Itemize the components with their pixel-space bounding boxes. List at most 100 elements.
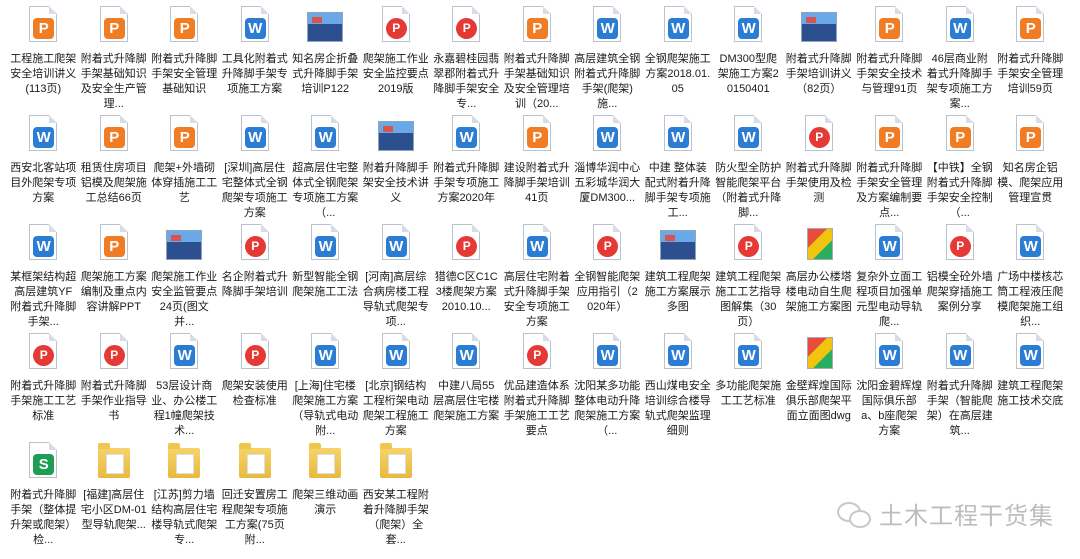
file-item[interactable]: 爬架三维动画演示 — [290, 442, 361, 551]
file-name: 爬架三维动画演示 — [292, 489, 359, 516]
file-item[interactable]: W 某框架结构超高层建筑YF附着式升降脚手架... — [8, 224, 79, 333]
file-item[interactable]: 爬架施工作业安全监管要点24页(图文并... — [149, 224, 220, 333]
file-name: 附着式升降脚手架培训讲义（82页） — [785, 53, 852, 95]
wechat-icon — [837, 500, 871, 528]
file-item[interactable]: P 建筑工程爬架施工工艺指导图解集（30页） — [713, 224, 784, 333]
file-item[interactable]: P 附着式升降脚手架安全管理培训59页 — [995, 6, 1066, 115]
file-name: 附着式升降脚手架基础知识及安全管理培训（20... — [503, 53, 570, 110]
file-item[interactable]: W [河南]高层综合病房楼工程导轨式爬架专项... — [361, 224, 432, 333]
file-item[interactable]: 知名房企折叠式升降脚手架培训P122 — [290, 6, 361, 115]
file-item[interactable]: W 超高层住宅整体式全钢爬架专项施工方案（... — [290, 115, 361, 224]
file-name: 附着式升降脚手架安全管理基础知识 — [151, 53, 218, 95]
file-item[interactable]: W 附着式升降脚手架专项施工方案2020年 — [431, 115, 502, 224]
file-name: 爬架施工作业安全监控要点2019版 — [362, 53, 429, 95]
file-name: 高层建筑全钢附着式升降脚手架(爬架)施... — [574, 53, 641, 110]
file-name: 中建八局55层高层住宅楼爬架施工方案 — [433, 380, 500, 422]
file-name: 沈阳金碧辉煌国际俱乐部a、b座爬架方案 — [856, 380, 923, 437]
word-file-icon: W — [237, 115, 273, 157]
file-item[interactable]: P 爬架施工方案编制及重点内容讲解PPT — [79, 224, 150, 333]
file-item[interactable]: W 附着式升降脚手架（智能爬架）在高层建筑... — [925, 333, 996, 442]
word-file-icon: W — [660, 333, 696, 375]
word-file-icon: W — [519, 224, 555, 266]
dwg-file-icon — [801, 333, 837, 375]
file-item[interactable]: W 防火型全防护智能爬架平台（附着式升降脚... — [713, 115, 784, 224]
file-item[interactable]: P 爬架+外墙砌体穿插施工工艺 — [149, 115, 220, 224]
file-item[interactable]: 高层办公楼塔楼电动自生爬架施工方案图 — [784, 224, 855, 333]
file-name: 全钢爬架施工方案2018.01.05 — [644, 53, 711, 95]
file-item[interactable]: S 附着式升降脚手架（整体提升架或爬架）检... — [8, 442, 79, 551]
pdf-reader-icon: P — [237, 224, 273, 266]
pdf-file-icon: P — [96, 224, 132, 266]
pdf-reader-icon: P — [730, 224, 766, 266]
file-item[interactable]: W 沈阳某多功能整体电动升降爬架施工方案（... — [572, 333, 643, 442]
file-item[interactable]: P 附着式升降脚手架作业指导书 — [79, 333, 150, 442]
file-item[interactable]: W 中建八局55层高层住宅楼爬架施工方案 — [431, 333, 502, 442]
word-file-icon: W — [1012, 224, 1048, 266]
file-item[interactable]: W 53层设计商业、办公楼工程1幢爬架技术... — [149, 333, 220, 442]
file-name: 名企附着式升降脚手架培训 — [221, 271, 288, 298]
file-item[interactable]: P 名企附着式升降脚手架培训 — [220, 224, 291, 333]
file-item[interactable]: P 【中铁】全钢附着式升降脚手架安全控制（... — [925, 115, 996, 224]
file-item[interactable]: W 建筑工程爬架施工技术交底 — [995, 333, 1066, 442]
file-item[interactable]: 回迁安置房工程爬架专项施工方案(75页 附... — [220, 442, 291, 551]
file-item[interactable]: W 复杂外立面工程项目加强单元型电动导轨爬... — [854, 224, 925, 333]
file-item[interactable]: 附着式升降脚手架培训讲义（82页） — [784, 6, 855, 115]
file-item[interactable]: P 租赁住房项目铝模及爬架施工总结66页 — [79, 115, 150, 224]
file-item[interactable]: P 永嘉碧桂园翡翠郡附着式升降脚手架安全专... — [431, 6, 502, 115]
file-item[interactable]: 金壁辉煌国际俱乐部爬架平面立面图dwg — [784, 333, 855, 442]
file-item[interactable]: 附着升降脚手架安全技术讲义 — [361, 115, 432, 224]
file-name: 永嘉碧桂园翡翠郡附着式升降脚手架安全专... — [433, 53, 500, 110]
file-item[interactable]: P 附着式升降脚手架施工工艺标准 — [8, 333, 79, 442]
file-name: 附着式升降脚手架作业指导书 — [80, 380, 147, 422]
file-item[interactable]: 建筑工程爬架施工方案展示多图 — [643, 224, 714, 333]
image-thumbnail-icon — [166, 224, 203, 266]
file-item[interactable]: W 全钢爬架施工方案2018.01.05 — [643, 6, 714, 115]
file-item[interactable]: W 广场中楼核芯筒工程液压爬模爬架施工组织... — [995, 224, 1066, 333]
pdf-reader-icon: P — [942, 224, 978, 266]
file-item[interactable]: W [上海]住宅楼爬架施工方案（导轨式电动附... — [290, 333, 361, 442]
word-file-icon: W — [166, 333, 202, 375]
file-item[interactable]: P 铝模全砼外墙爬架穿插施工案例分享 — [925, 224, 996, 333]
file-item[interactable]: P 全钢智能爬架应用指引（2020年） — [572, 224, 643, 333]
pdf-reader-icon: P — [589, 224, 625, 266]
file-item[interactable]: [江苏]剪力墙结构高层住宅楼导轨式爬架专... — [149, 442, 220, 551]
file-item[interactable]: W 多功能爬架施工工艺标准 — [713, 333, 784, 442]
file-name: 爬架+外墙砌体穿插施工工艺 — [151, 162, 218, 204]
file-item[interactable]: P 附着式升降脚手架安全管理基础知识 — [149, 6, 220, 115]
file-item[interactable]: W 工具化附着式升降脚手架专项施工方案 — [220, 6, 291, 115]
file-name: 新型智能全钢爬架施工工法 — [292, 271, 359, 298]
file-item[interactable]: P 猎德C区C1C3楼爬架方案2010.10... — [431, 224, 502, 333]
file-name: 附着式升降脚手架安全技术与管理91页 — [856, 53, 923, 95]
file-item[interactable]: P 附着式升降脚手架安全管理及方案编制要点... — [854, 115, 925, 224]
file-item[interactable]: W 西山煤电安全培训综合楼导轨式爬架监理细则 — [643, 333, 714, 442]
file-item[interactable]: W 高层建筑全钢附着式升降脚手架(爬架)施... — [572, 6, 643, 115]
file-item[interactable]: W 沈阳金碧辉煌国际俱乐部a、b座爬架方案 — [854, 333, 925, 442]
file-item[interactable]: W 西安北客站项目外爬架专项方案 — [8, 115, 79, 224]
file-item[interactable]: P 爬架安装使用检查标准 — [220, 333, 291, 442]
file-item[interactable]: W 淄博华润中心五彩城华润大厦DM300... — [572, 115, 643, 224]
file-item[interactable]: W [深圳]高层住宅整体式全钢爬架专项施工方案 — [220, 115, 291, 224]
file-item[interactable]: W 中建 整体装配式附着升降脚手架专项施工... — [643, 115, 714, 224]
file-item[interactable]: P 爬架施工作业安全监控要点2019版 — [361, 6, 432, 115]
file-item[interactable]: 西安某工程附着升降脚手架（爬架）全套... — [361, 442, 432, 551]
folder-icon — [378, 442, 414, 484]
word-file-icon: W — [942, 333, 978, 375]
file-item[interactable]: W 新型智能全钢爬架施工工法 — [290, 224, 361, 333]
file-item[interactable]: W [北京]钢结构工程桁架电动爬架工程施工方案 — [361, 333, 432, 442]
file-item[interactable]: P 附着式升降脚手架使用及检测 — [784, 115, 855, 224]
file-item[interactable]: W 高层住宅附着式升降脚手架安全专项施工方案 — [502, 224, 573, 333]
file-item[interactable]: P 优品建造体系附着式升降脚手架施工工艺要点 — [502, 333, 573, 442]
file-item[interactable]: P 附着式升降脚手架基础知识及安全生产管理... — [79, 6, 150, 115]
file-name: 西安北客站项目外爬架专项方案 — [10, 162, 77, 204]
file-name: 附着式升降脚手架（整体提升架或爬架）检... — [10, 489, 77, 546]
file-item[interactable]: [福建]高层住宅小区DM-01型导轨爬架... — [79, 442, 150, 551]
file-item[interactable]: P 建设附着式升降脚手架培训41页 — [502, 115, 573, 224]
pdf-file-icon: P — [1012, 6, 1048, 48]
file-item[interactable]: P 知名房企铝模、爬架应用管理宣贯 — [995, 115, 1066, 224]
file-item[interactable]: P 附着式升降脚手架基础知识及安全管理培训（20... — [502, 6, 573, 115]
file-name: 广场中楼核芯筒工程液压爬模爬架施工组织... — [997, 271, 1064, 328]
file-item[interactable]: P 工程施工爬架安全培训讲义(113页) — [8, 6, 79, 115]
file-item[interactable]: P 附着式升降脚手架安全技术与管理91页 — [854, 6, 925, 115]
file-item[interactable]: W 46层商业附着式升降脚手架专项施工方案... — [925, 6, 996, 115]
file-item[interactable]: W DM300型爬架施工方案20150401 — [713, 6, 784, 115]
